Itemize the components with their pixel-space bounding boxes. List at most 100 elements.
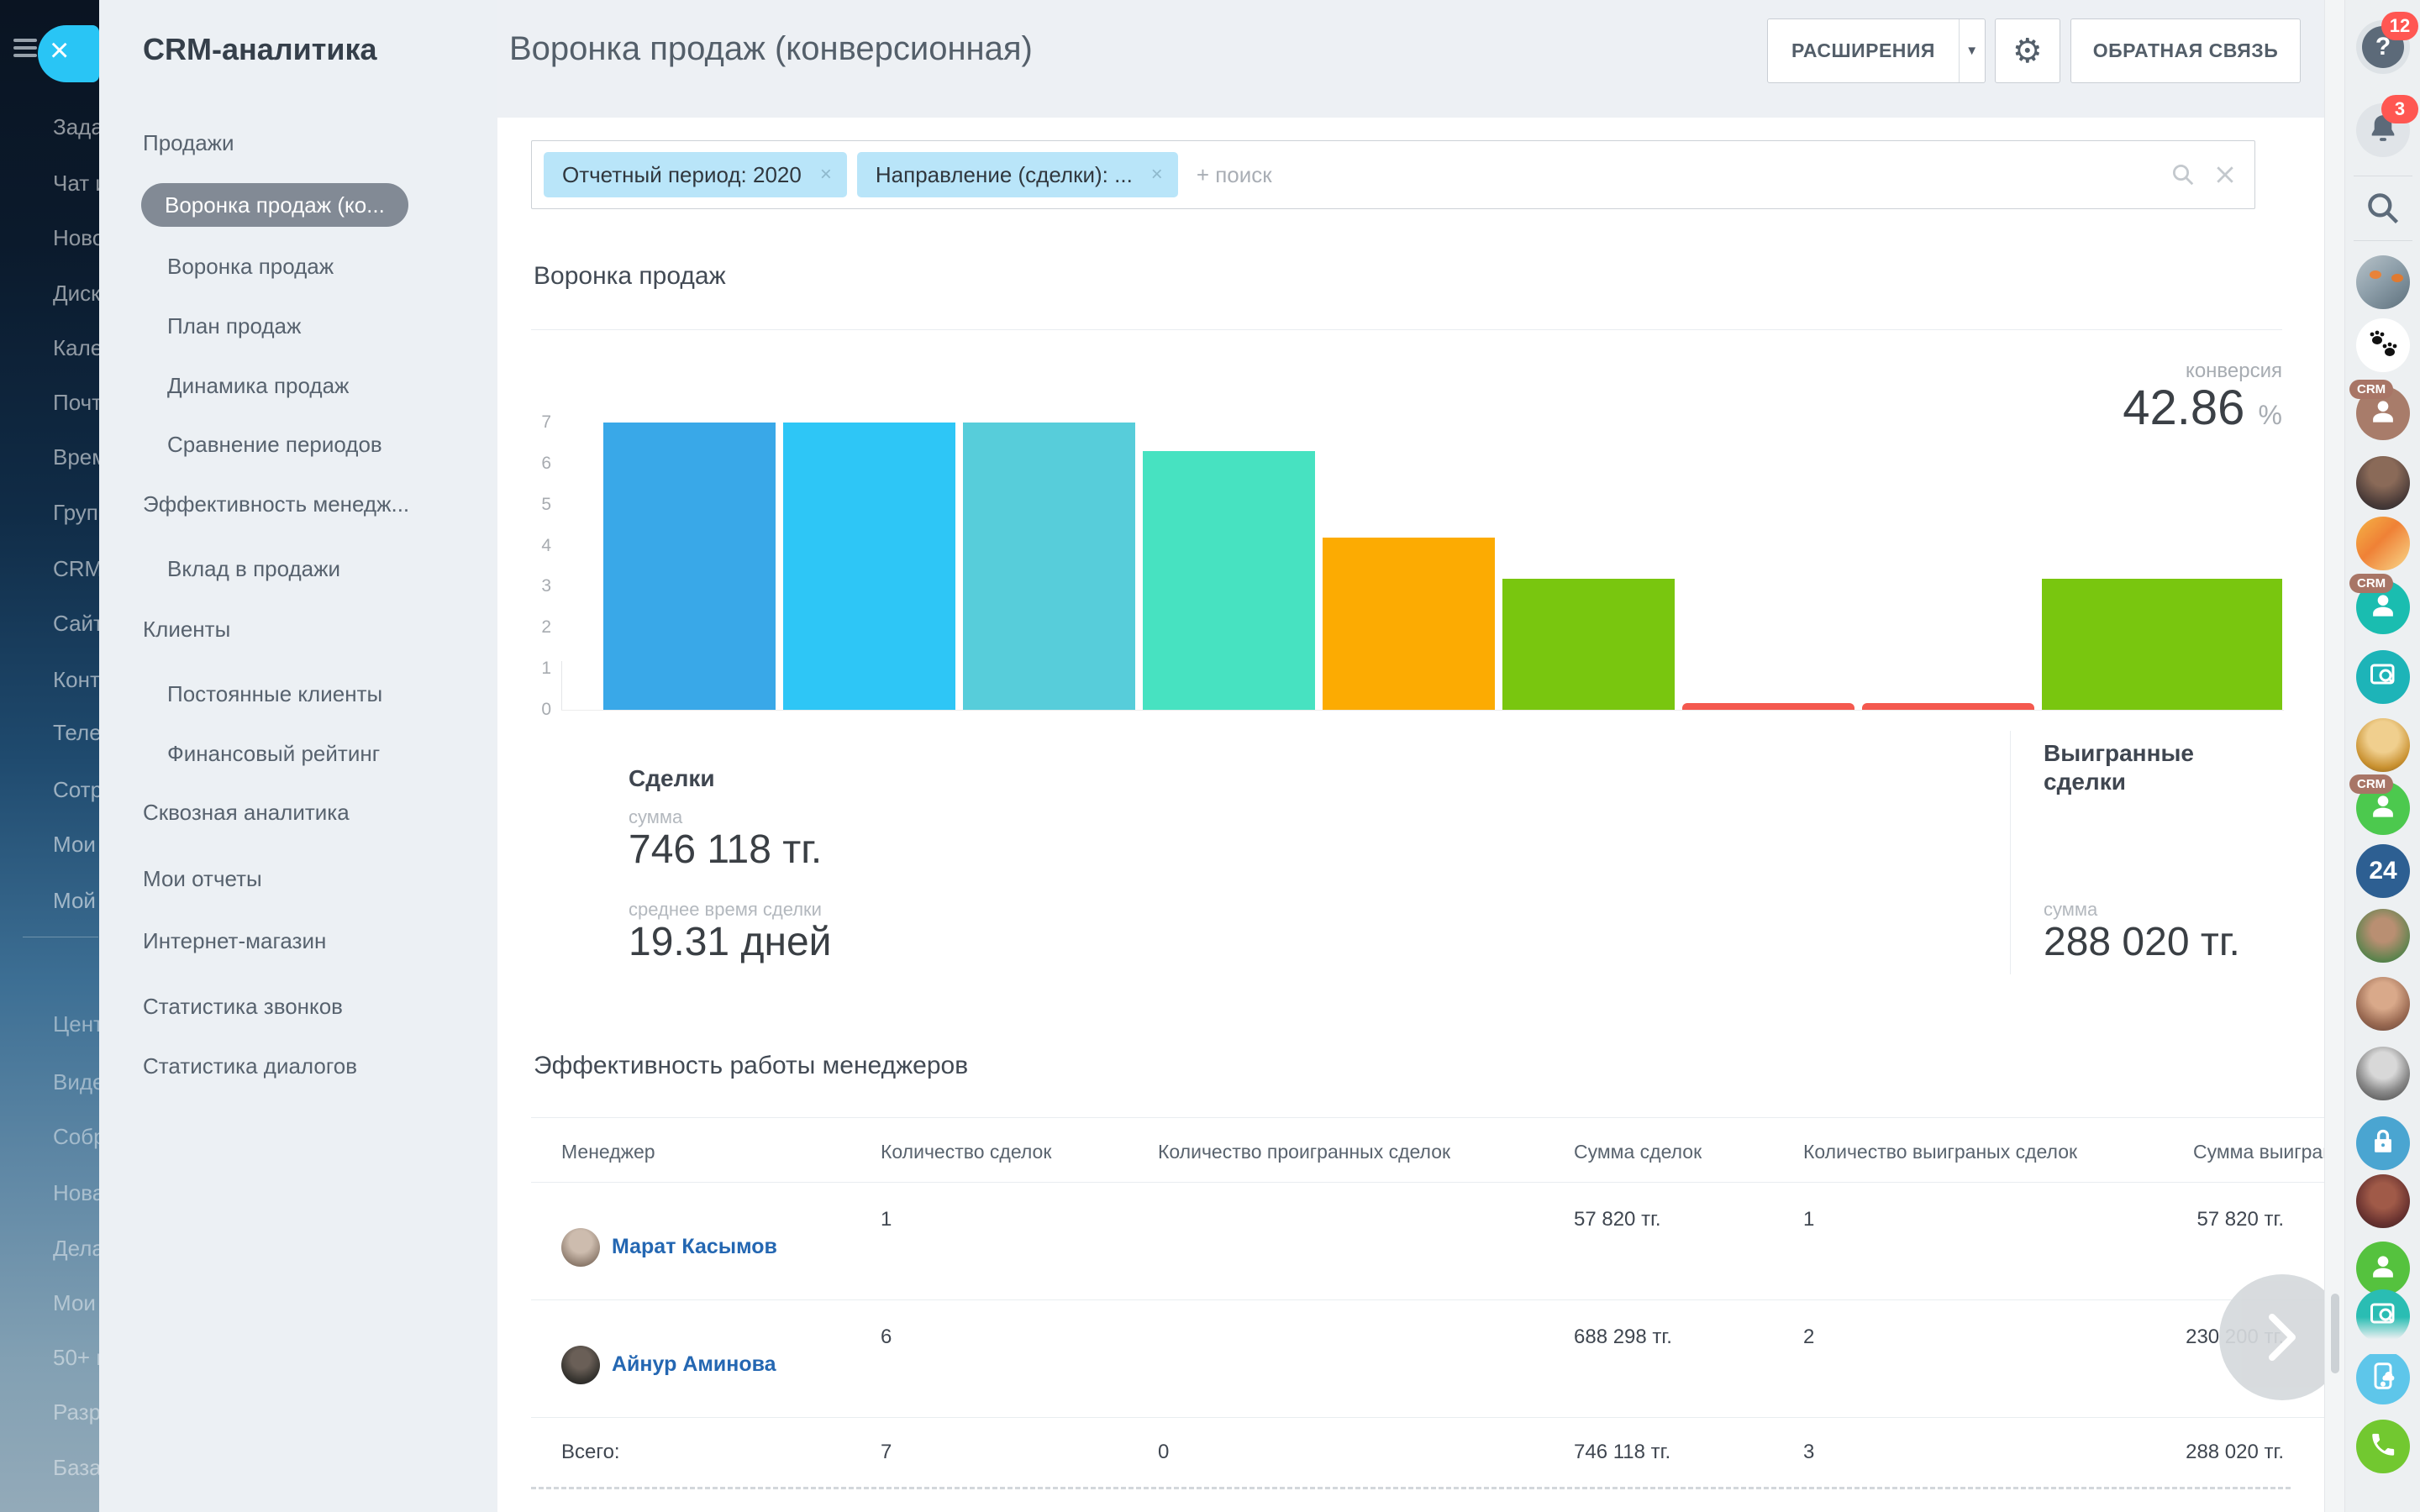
won-title: Выигранные сделки	[2044, 739, 2262, 796]
settings-button[interactable]: ⚙	[1995, 18, 2060, 83]
rail-item-b6[interactable]: Мои дела	[53, 1290, 99, 1315]
chat-avatar-woman-3[interactable]	[2356, 1174, 2410, 1228]
call-button[interactable]	[2356, 1420, 2410, 1473]
sidebar-item-8[interactable]: Вклад в продажи	[167, 550, 340, 587]
funnel-bar-7[interactable]	[1682, 703, 1854, 710]
sidebar-item-1[interactable]: Продажи	[143, 124, 234, 161]
funnel-bar-8[interactable]	[1862, 703, 2034, 710]
chat-avatar-cartoon[interactable]	[2356, 718, 2410, 772]
rail-item-1[interactable]: Задачи	[53, 114, 99, 139]
sidebar-item-3[interactable]: Воронка продаж	[167, 248, 334, 285]
rail-item-14[interactable]: Мои документы	[53, 832, 99, 857]
sidebar-item-4[interactable]: План продаж	[167, 307, 301, 344]
funnel-bar-1[interactable]	[603, 423, 776, 710]
sidebar-item-6[interactable]: Сравнение периодов	[167, 426, 382, 463]
chat-avatar-woman-1[interactable]	[2356, 456, 2410, 510]
sidebar-item-5[interactable]: Динамика продаж	[167, 367, 349, 404]
help-button[interactable]: ?12	[2356, 20, 2410, 74]
search-button[interactable]	[2356, 183, 2410, 237]
rail-item-b2[interactable]: Видео	[53, 1069, 99, 1095]
chat-avatar-team[interactable]	[2356, 255, 2410, 309]
rail-item-15[interactable]: Мой тариф	[53, 888, 99, 913]
table-scroll-right-button[interactable]	[2219, 1274, 2324, 1400]
sidebar-item-14[interactable]: Интернет-магазин	[143, 922, 326, 959]
chat-avatar-paws[interactable]	[2356, 318, 2410, 372]
rail-item-b1[interactable]: Центр продаж	[53, 1011, 99, 1037]
sidebar-item-2[interactable]: Воронка продаж (ко...	[141, 183, 408, 227]
y-tick-4: 4	[518, 536, 551, 556]
rail-item-b8[interactable]: Разработчикам	[53, 1399, 99, 1425]
sidebar-item-9[interactable]: Клиенты	[143, 611, 230, 648]
table-border	[531, 1117, 2324, 1118]
sidebar-item-13[interactable]: Мои отчеты	[143, 860, 262, 897]
mobile-app-button[interactable]	[2356, 1351, 2410, 1404]
sidebar-item-15[interactable]: Статистика звонков	[143, 988, 343, 1025]
chat-crm-contact-2[interactable]: CRM	[2356, 580, 2410, 634]
sidebar-item-12[interactable]: Сквозная аналитика	[143, 794, 350, 831]
filter-bar[interactable]: Отчетный период: 2020 × Направление (сде…	[531, 140, 2255, 209]
close-menu-button[interactable]: ×	[38, 25, 99, 82]
chat-avatar-man-1[interactable]	[2356, 909, 2410, 963]
menu-toggle-icon[interactable]	[13, 39, 37, 57]
extensions-button[interactable]: РАСШИРЕНИЯ ▼	[1767, 18, 1986, 83]
rail-item-3[interactable]: Новости	[53, 225, 99, 250]
funnel-bar-5[interactable]	[1323, 538, 1495, 710]
chat-doc-search[interactable]	[2356, 650, 2410, 704]
chat-contact-green[interactable]	[2356, 1242, 2410, 1295]
secure-chat-button[interactable]	[2356, 1116, 2410, 1170]
sidebar-item-10[interactable]: Постоянные клиенты	[167, 675, 382, 712]
rail-item-4[interactable]: Диск	[53, 281, 99, 306]
rail-item-2[interactable]: Чат и звонки	[53, 171, 99, 196]
funnel-bar-9[interactable]	[2042, 579, 2282, 710]
remove-chip-icon[interactable]: ×	[820, 163, 832, 186]
cell-deals: 1	[881, 1208, 892, 1231]
person-icon	[2367, 790, 2399, 827]
table-scroll-track[interactable]	[531, 1487, 2291, 1489]
rail-item-b4[interactable]: Новая страница	[53, 1180, 99, 1205]
clear-filter-icon[interactable]	[2212, 162, 2238, 187]
sidebar-item-7[interactable]: Эффективность менедж...	[143, 486, 409, 522]
chat-crm-contact-1[interactable]: CRM	[2356, 386, 2410, 440]
rail-item-b9[interactable]: База знаний	[53, 1455, 99, 1480]
chat-avatar-man-2[interactable]	[2356, 1047, 2410, 1100]
chat-crm-contact-3[interactable]: CRM	[2356, 781, 2410, 835]
rail-item-7[interactable]: Время и отчеты	[53, 444, 99, 470]
rail-item-9[interactable]: CRM	[53, 556, 99, 581]
rail-item-11[interactable]: Контакт-центр	[53, 667, 99, 692]
rail-item-b7[interactable]: 50+ инструментов	[53, 1345, 99, 1370]
rail-item-b3[interactable]: Собрания	[53, 1124, 99, 1149]
rail-item-12[interactable]: Телефония	[53, 720, 99, 745]
chat-avatar-woman-2[interactable]	[2356, 977, 2410, 1031]
bitrix24-badge[interactable]: 24	[2356, 844, 2410, 898]
extensions-dropdown-button[interactable]: ▼	[1959, 19, 1985, 82]
rail-item-13[interactable]: Сотрудники	[53, 777, 99, 802]
funnel-bar-2[interactable]	[783, 423, 955, 710]
funnel-bar-3[interactable]	[963, 423, 1135, 710]
feedback-button[interactable]: ОБРАТНАЯ СВЯЗЬ	[2070, 18, 2301, 83]
avatar	[561, 1346, 600, 1384]
manager-link[interactable]: Айнур Аминова	[612, 1352, 776, 1377]
chat-avatar-abstract[interactable]	[2356, 517, 2410, 570]
rail-item-5[interactable]: Календарь	[53, 335, 99, 360]
stats-divider	[2010, 731, 2011, 974]
manager-link[interactable]: Марат Касымов	[612, 1235, 777, 1259]
rail-item-6[interactable]: Почта	[53, 390, 99, 415]
notifications-button[interactable]: 3	[2356, 103, 2410, 157]
notification-badge: 12	[2381, 12, 2418, 40]
search-icon[interactable]	[2170, 162, 2196, 187]
rail-item-10[interactable]: Сайты	[53, 611, 99, 636]
col-header-sum: Сумма сделок	[1574, 1141, 1702, 1163]
remove-chip-icon[interactable]: ×	[1151, 163, 1163, 186]
crm-badge: CRM	[2349, 380, 2393, 399]
filter-chip-direction[interactable]: Направление (сделки): ... ×	[857, 152, 1178, 197]
funnel-bar-4[interactable]	[1143, 451, 1315, 710]
rail-item-b5[interactable]: Дела	[53, 1236, 99, 1261]
filter-search-input[interactable]: + поиск	[1197, 162, 2170, 188]
sidebar-item-11[interactable]: Финансовый рейтинг	[167, 735, 380, 772]
rail-item-8[interactable]: Группы	[53, 500, 99, 525]
filter-chip-period[interactable]: Отчетный период: 2020 ×	[544, 152, 847, 197]
vertical-scrollbar[interactable]	[2331, 1294, 2339, 1373]
person-icon	[2367, 1251, 2399, 1287]
funnel-bar-6[interactable]	[1502, 579, 1675, 710]
sidebar-item-16[interactable]: Статистика диалогов	[143, 1047, 357, 1084]
